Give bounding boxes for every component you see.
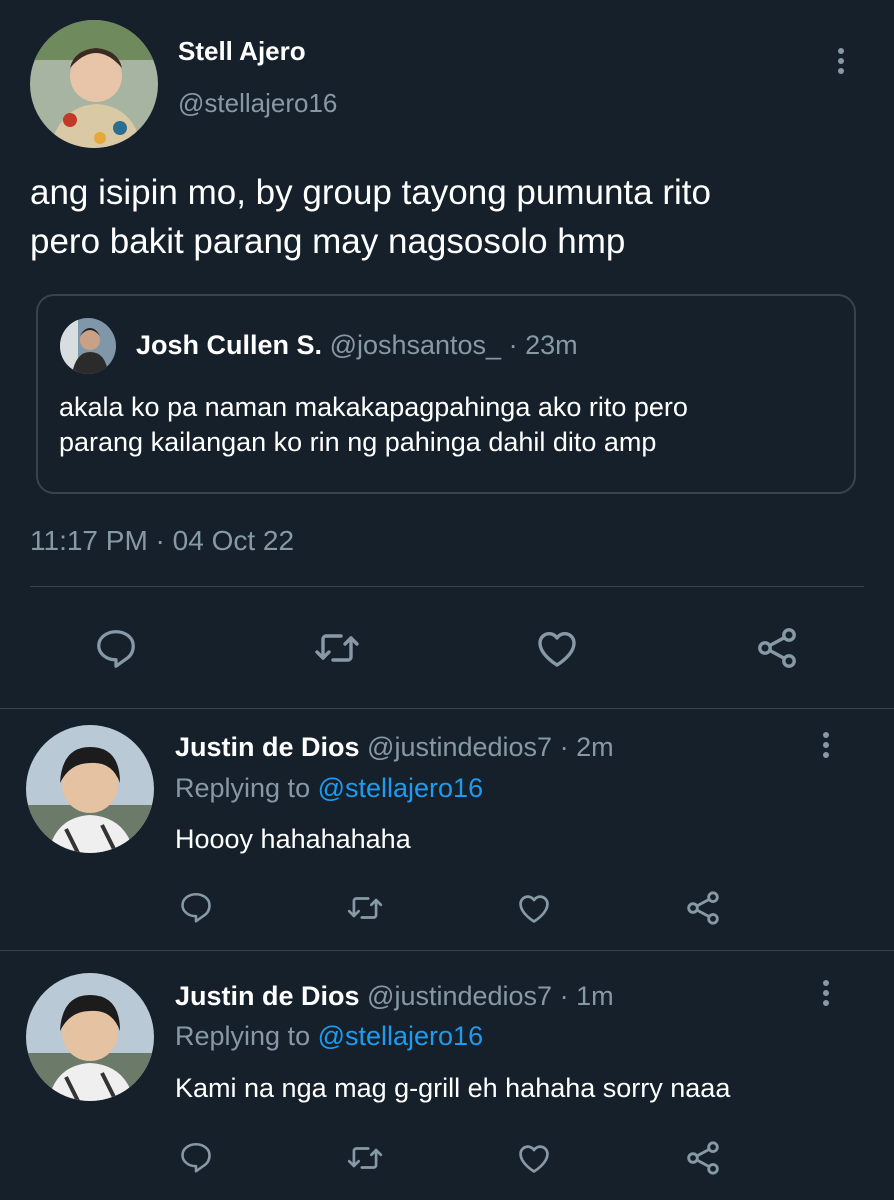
- quoted-text-line-2: parang kailangan ko rin ng pahinga dahil…: [59, 427, 657, 457]
- reply-display-name[interactable]: Justin de Dios: [175, 981, 360, 1011]
- like-icon[interactable]: [514, 889, 554, 927]
- author-avatar[interactable]: [30, 20, 158, 148]
- reply-text: Kami na nga mag g-grill eh hahaha sorry …: [175, 1073, 731, 1103]
- reply-time: · 1m: [559, 981, 614, 1011]
- retweet-icon[interactable]: [310, 624, 364, 672]
- retweet-icon[interactable]: [343, 1139, 387, 1177]
- replying-to-link[interactable]: @stellajero16: [318, 773, 484, 803]
- reply-display-name[interactable]: Justin de Dios: [175, 732, 360, 762]
- share-icon[interactable]: [752, 624, 802, 672]
- replying-to-line: Replying to @stellajero16: [175, 773, 483, 804]
- reply-icon[interactable]: [92, 625, 140, 671]
- like-icon[interactable]: [531, 624, 583, 672]
- quoted-author-line: Josh Cullen S. @joshsantos_ · 23m: [136, 330, 578, 361]
- retweet-icon[interactable]: [343, 889, 387, 927]
- tweet-text-line-1: ang isipin mo, by group tayong pumunta r…: [30, 173, 711, 212]
- replying-to-line: Replying to @stellajero16: [175, 1021, 483, 1052]
- reply-icon[interactable]: [177, 1139, 215, 1175]
- reply-icon[interactable]: [177, 889, 215, 925]
- reply-handle[interactable]: @justindedios7: [367, 732, 552, 762]
- reply-text: Hoooy hahahahaha: [175, 824, 411, 854]
- replying-to-link[interactable]: @stellajero16: [318, 1021, 484, 1051]
- quoted-text-line-1: akala ko pa naman makakapagpahinga ako r…: [59, 392, 688, 422]
- reply-handle[interactable]: @justindedios7: [367, 981, 552, 1011]
- reply-avatar[interactable]: [26, 973, 154, 1101]
- divider: [0, 950, 894, 951]
- divider: [0, 708, 894, 709]
- quoted-display-name[interactable]: Josh Cullen S.: [136, 330, 322, 360]
- author-handle[interactable]: @stellajero16: [178, 88, 337, 119]
- replying-to-label: Replying to: [175, 1021, 318, 1051]
- quoted-handle[interactable]: @joshsantos_: [330, 330, 502, 360]
- more-options-icon[interactable]: [815, 980, 837, 1006]
- tweet-text-line-2: pero bakit parang may nagsosolo hmp: [30, 222, 626, 261]
- share-icon[interactable]: [683, 1138, 723, 1178]
- replying-to-label: Replying to: [175, 773, 318, 803]
- reply-author-line: Justin de Dios @justindedios7 · 2m: [175, 732, 614, 763]
- reply-author-line: Justin de Dios @justindedios7 · 1m: [175, 981, 614, 1012]
- quoted-time: · 23m: [508, 330, 578, 360]
- tweet-timestamp[interactable]: 11:17 PM · 04 Oct 22: [30, 525, 294, 557]
- quoted-author-avatar[interactable]: [60, 318, 116, 374]
- divider: [30, 586, 864, 587]
- author-display-name[interactable]: Stell Ajero: [178, 36, 306, 67]
- more-options-icon[interactable]: [815, 732, 837, 758]
- more-options-icon[interactable]: [830, 48, 852, 74]
- like-icon[interactable]: [514, 1139, 554, 1177]
- reply-avatar[interactable]: [26, 725, 154, 853]
- reply-time: · 2m: [559, 732, 614, 762]
- share-icon[interactable]: [683, 888, 723, 928]
